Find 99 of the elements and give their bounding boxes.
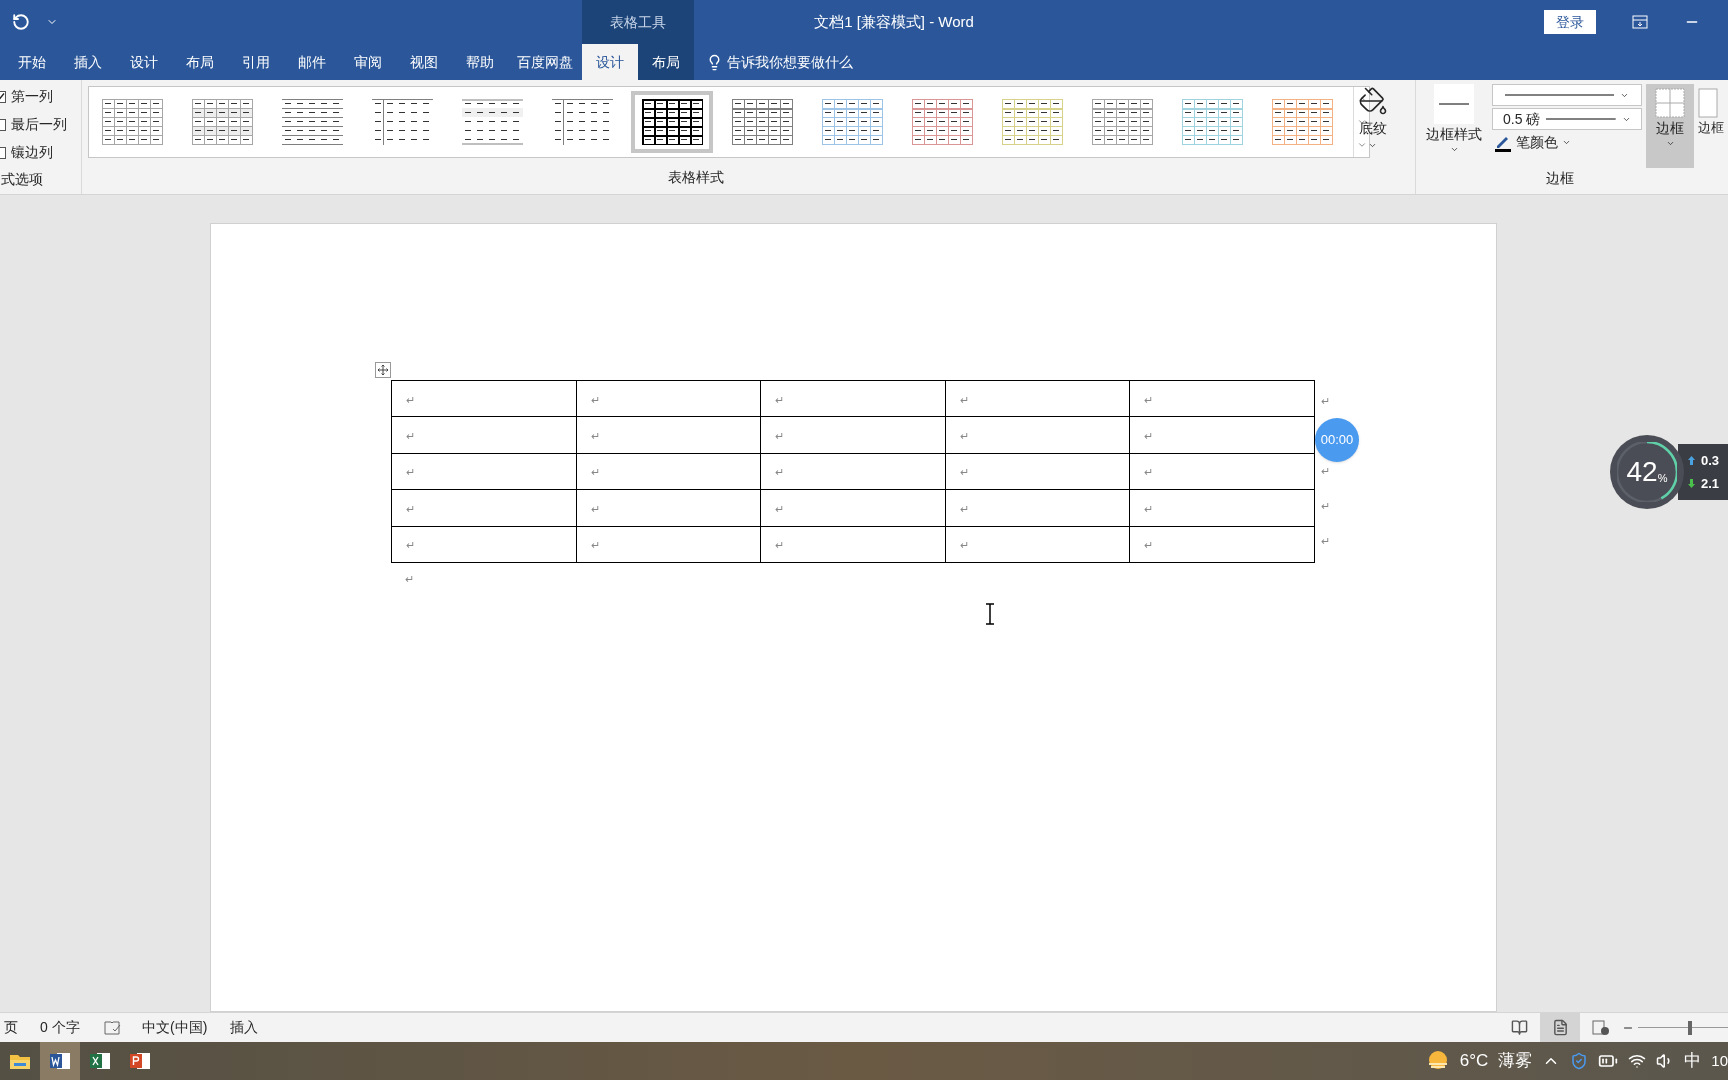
- paragraph-mark: ↵: [590, 466, 600, 479]
- paragraph-mark: ↵: [406, 502, 415, 515]
- paragraph-mark: ↵: [406, 539, 415, 552]
- paragraph-mark: ↵: [775, 539, 785, 552]
- border-painter-icon: [1698, 88, 1718, 118]
- download-arrow-icon: [1688, 479, 1695, 489]
- caret-icon: [1368, 141, 1378, 150]
- table-move-handle-icon[interactable]: [375, 362, 391, 378]
- paragraph-mark: ↵: [406, 466, 415, 479]
- ribbon-tab[interactable]: 开始: [4, 44, 60, 80]
- line-style-dropdown[interactable]: [1492, 84, 1642, 106]
- zoom-slider[interactable]: [1638, 1020, 1728, 1035]
- print-layout-button[interactable]: [1540, 1013, 1580, 1042]
- percent-sign: %: [1657, 471, 1668, 486]
- web-layout-icon[interactable]: [1592, 1019, 1610, 1036]
- zoom-thumb[interactable]: [1687, 1020, 1692, 1035]
- clock[interactable]: 10: [1711, 1049, 1728, 1073]
- checkbox-label: 最后一列: [11, 115, 67, 134]
- paragraph-mark: ↵: [590, 539, 600, 552]
- row-end-mark: ↵: [1321, 465, 1330, 477]
- paragraph-mark: ↵: [1144, 393, 1154, 406]
- insert-mode[interactable]: 插入: [230, 1017, 258, 1038]
- row-end-mark: ↵: [1321, 395, 1330, 407]
- ribbon-tab[interactable]: 帮助: [452, 44, 508, 80]
- usage-ring-icon: [1617, 442, 1677, 502]
- paragraph-mark: ↵: [590, 393, 600, 406]
- borders-icon: [1655, 88, 1685, 118]
- tell-me-search[interactable]: 告诉我你想要做什么: [694, 44, 853, 80]
- group-label: 边框: [1546, 169, 1575, 188]
- contextual-tab-header: 表格工具: [582, 0, 694, 44]
- shield-icon[interactable]: [1570, 1052, 1589, 1070]
- input-method-indicator[interactable]: 中: [1684, 1048, 1702, 1074]
- contextual-ribbon-tab[interactable]: 布局: [638, 44, 694, 80]
- paragraph-mark: ↵: [959, 466, 969, 479]
- ribbon-tab[interactable]: 视图: [396, 44, 452, 80]
- group-label: 式选项: [0, 170, 44, 189]
- ribbon-tab[interactable]: 百度网盘: [508, 44, 582, 80]
- paragraph-mark: ↵: [1144, 539, 1154, 552]
- weather-condition[interactable]: 薄雾: [1498, 1048, 1533, 1074]
- group-label: 表格样式: [668, 168, 725, 187]
- borders-button[interactable]: 边框: [1646, 84, 1694, 168]
- page-icon: [1551, 1019, 1569, 1036]
- wifi-icon[interactable]: [1628, 1052, 1647, 1070]
- row-end-mark: ↵: [1321, 500, 1330, 512]
- read-mode-icon[interactable]: [1511, 1019, 1528, 1036]
- upload-arrow-icon: [1688, 455, 1695, 465]
- paragraph-mark: ↵: [959, 502, 969, 515]
- taskbar-app-icon[interactable]: [40, 1042, 80, 1080]
- paragraph-mark: ↵: [959, 539, 969, 552]
- line-sample-icon: [1434, 84, 1474, 124]
- line-sample-icon: [1505, 94, 1615, 96]
- paragraph-mark: ↵: [775, 393, 785, 406]
- paragraph-mark: ↵: [775, 502, 785, 515]
- ribbon-tab[interactable]: 插入: [60, 44, 116, 80]
- text-cursor-icon: [985, 603, 995, 625]
- paragraph-mark: ↵: [775, 466, 785, 479]
- page-indicator[interactable]: 页: [0, 1017, 40, 1038]
- upload-speed: 0.3: [1701, 451, 1720, 470]
- ribbon-tab[interactable]: 引用: [228, 44, 284, 80]
- proofing-icon[interactable]: [104, 1020, 122, 1035]
- line-weight-dropdown[interactable]: 0.5 磅: [1492, 108, 1642, 130]
- line-sample-icon: [1546, 118, 1617, 120]
- checkbox-label: 第一列: [11, 87, 53, 106]
- undo-icon[interactable]: [12, 13, 30, 31]
- word-count[interactable]: 0 个字: [40, 1017, 104, 1038]
- table-style-thumbnail[interactable]: [631, 91, 714, 153]
- shading-button[interactable]: 底纹: [1348, 86, 1397, 170]
- contextual-ribbon-tab[interactable]: 设计: [582, 44, 638, 80]
- ribbon-tab[interactable]: 邮件: [284, 44, 340, 80]
- temperature[interactable]: 6°C: [1459, 1048, 1489, 1074]
- paragraph-mark: ↵: [1144, 430, 1154, 443]
- paragraph-mark: ↵: [406, 430, 415, 443]
- window-title: 文档1 [兼容模式] - Word: [814, 11, 974, 32]
- paragraph-mark: ↵: [590, 502, 600, 515]
- ribbon-tab[interactable]: 设计: [116, 44, 172, 80]
- paragraph-mark: ↵: [404, 572, 415, 587]
- sign-in-button[interactable]: 登录: [1544, 10, 1596, 34]
- paint-bucket-icon: [1357, 86, 1388, 116]
- caret-icon: [1562, 138, 1571, 147]
- row-end-mark: ↵: [1321, 535, 1330, 547]
- border-painter-button[interactable]: 边框: [1698, 84, 1728, 168]
- pen-color-button[interactable]: 笔颜色: [1492, 132, 1642, 153]
- usage-percent: 42: [1626, 455, 1658, 489]
- download-speed: 2.1: [1701, 475, 1720, 493]
- paragraph-mark: ↵: [406, 393, 415, 406]
- caret-icon: [1665, 139, 1675, 148]
- paragraph-mark: ↵: [1144, 502, 1154, 515]
- border-styles-button[interactable]: 边框样式: [1420, 84, 1488, 162]
- checkbox-label: 镶边列: [11, 143, 53, 162]
- paragraph-mark: ↵: [590, 430, 600, 443]
- paragraph-mark: ↵: [775, 430, 785, 443]
- ribbon-tab[interactable]: 审阅: [340, 44, 396, 80]
- language-indicator[interactable]: 中文(中国): [142, 1017, 230, 1038]
- ribbon-tab[interactable]: 布局: [172, 44, 228, 80]
- ribbon-display-options-icon[interactable]: [1632, 15, 1648, 29]
- paragraph-mark: ↵: [1144, 466, 1154, 479]
- paragraph-mark: ↵: [959, 430, 969, 443]
- paragraph-mark: ↵: [959, 393, 969, 406]
- caret-icon: [1449, 145, 1459, 154]
